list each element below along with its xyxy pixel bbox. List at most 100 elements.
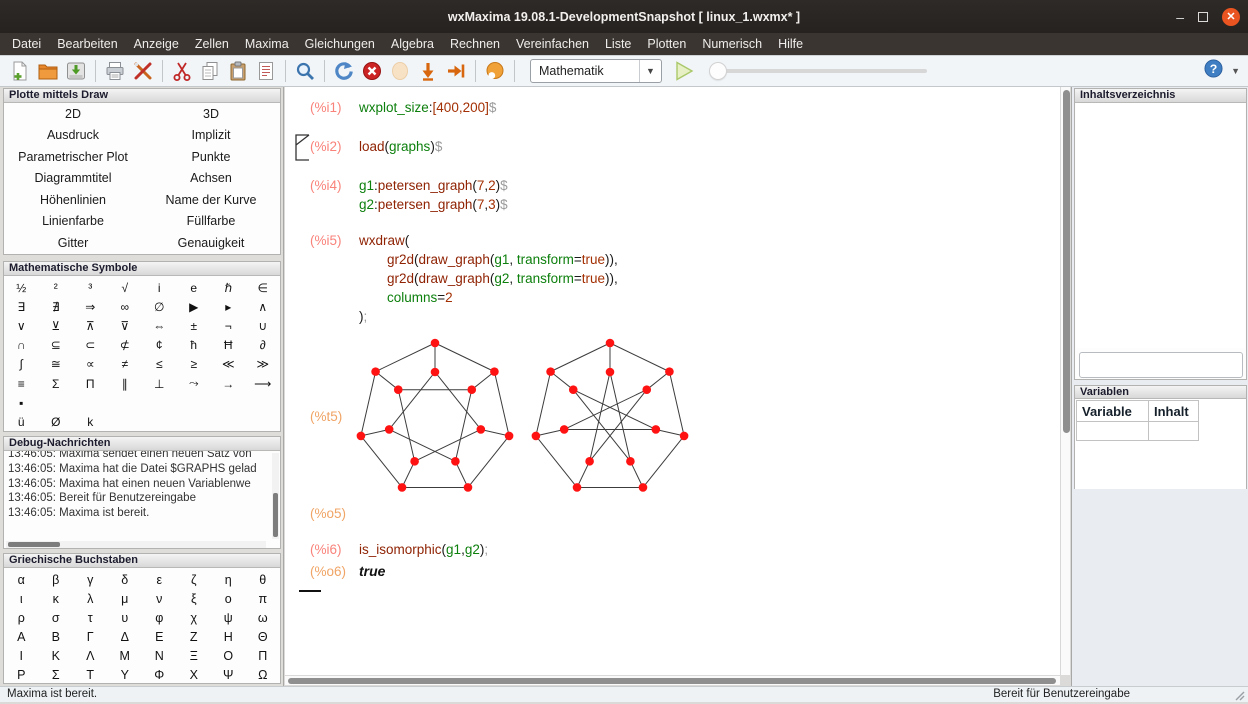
menu-item-hilfe[interactable]: Hilfe xyxy=(770,33,811,55)
greek-button-blank[interactable]: Ζ xyxy=(177,627,212,646)
animation-play-button[interactable] xyxy=(672,59,696,83)
symbol-button-blank[interactable]: ≠ xyxy=(108,355,143,374)
greek-button-blank[interactable]: Τ xyxy=(73,665,108,684)
symbol-button-blank[interactable]: ≅ xyxy=(39,355,74,374)
new-document-button[interactable] xyxy=(7,58,33,84)
greek-button-blank[interactable]: Η xyxy=(211,627,246,646)
symbol-button-blank[interactable]: ⊻ xyxy=(39,316,74,335)
jump-to-input-button[interactable] xyxy=(443,58,469,84)
symbol-button-blank[interactable]: ⊆ xyxy=(39,336,74,355)
worksheet-cursor[interactable] xyxy=(299,590,321,592)
symbol-button-blank[interactable]: Σ xyxy=(39,374,74,393)
save-document-button[interactable] xyxy=(63,58,89,84)
draw-button-linienfarbe[interactable]: Linienfarbe xyxy=(4,211,142,233)
symbol-button-blank[interactable]: ≤ xyxy=(142,355,177,374)
greek-button-blank[interactable]: θ xyxy=(246,570,281,589)
draw-button-parametrischer-plot[interactable]: Parametrischer Plot xyxy=(4,146,142,168)
draw-button-gitter[interactable]: Gitter xyxy=(4,232,142,254)
greek-button-blank[interactable]: υ xyxy=(108,608,143,627)
interrupt-button[interactable] xyxy=(359,58,385,84)
symbol-button-blank[interactable]: ½ xyxy=(4,278,39,297)
greek-button-blank[interactable]: ι xyxy=(4,589,39,608)
greek-button-blank[interactable]: Α xyxy=(4,627,39,646)
symbol-button-blank[interactable]: ∫ xyxy=(4,355,39,374)
symbol-button-blank[interactable]: ³ xyxy=(73,278,108,297)
menu-item-liste[interactable]: Liste xyxy=(597,33,639,55)
greek-button-blank[interactable]: π xyxy=(246,589,281,608)
greek-button-blank[interactable]: λ xyxy=(73,589,108,608)
minimize-button[interactable]: – xyxy=(1176,12,1184,22)
greek-button-blank[interactable]: φ xyxy=(142,608,177,627)
symbol-button-blank[interactable]: ∧ xyxy=(246,297,281,316)
active-cell-bracket[interactable] xyxy=(295,134,311,162)
worksheet[interactable]: (%i1)wxplot_size:[400,200]$(%i2)load(gra… xyxy=(285,87,1060,675)
variable-name-cell[interactable] xyxy=(1077,422,1149,441)
symbol-button-blank[interactable]: ± xyxy=(177,316,212,335)
menu-item-gleichungen[interactable]: Gleichungen xyxy=(297,33,383,55)
symbol-button-e[interactable]: e xyxy=(177,278,212,297)
symbol-button-blank[interactable]: ¬ xyxy=(211,316,246,335)
toolbar-overflow-icon[interactable]: ▼ xyxy=(1231,66,1240,76)
greek-button-blank[interactable]: Ι xyxy=(4,646,39,665)
debug-vertical-scrollbar[interactable] xyxy=(272,453,279,539)
animation-slider[interactable] xyxy=(709,59,927,83)
greek-button-blank[interactable]: τ xyxy=(73,608,108,627)
draw-button-punkte[interactable]: Punkte xyxy=(142,146,280,168)
greek-button-blank[interactable]: ω xyxy=(246,608,281,627)
maxima-help-button[interactable] xyxy=(482,58,508,84)
greek-button-blank[interactable]: Β xyxy=(39,627,74,646)
greek-button-blank[interactable]: ζ xyxy=(177,570,212,589)
debug-vscroll-thumb[interactable] xyxy=(273,493,278,537)
symbol-button-blank[interactable]: ∄ xyxy=(39,297,74,316)
symbol-button-blank[interactable]: ▪ xyxy=(4,393,39,412)
menu-item-algebra[interactable]: Algebra xyxy=(383,33,442,55)
evaluate-to-point-button[interactable] xyxy=(415,58,441,84)
find-button[interactable] xyxy=(292,58,318,84)
greek-button-blank[interactable]: Χ xyxy=(177,665,212,684)
symbol-button-blank[interactable]: ¢ xyxy=(142,336,177,355)
greek-button-blank[interactable]: Ο xyxy=(211,646,246,665)
symbol-button-blank[interactable]: ⇔ xyxy=(142,316,177,335)
select-text-button[interactable] xyxy=(253,58,279,84)
symbol-button-i[interactable]: i xyxy=(142,278,177,297)
symbol-button-blank[interactable]: ▶ xyxy=(177,297,212,316)
symbol-button-blank[interactable]: Ħ xyxy=(211,336,246,355)
cell-code[interactable]: is_isomorphic(g1,g2); xyxy=(359,540,488,559)
greek-button-blank[interactable]: Κ xyxy=(39,646,74,665)
greek-button-blank[interactable]: ψ xyxy=(211,608,246,627)
symbol-button-blank[interactable]: ≡ xyxy=(4,374,39,393)
paste-button[interactable] xyxy=(225,58,251,84)
symbol-button-blank[interactable]: ⊥ xyxy=(142,374,177,393)
toc-list[interactable] xyxy=(1076,103,1245,348)
symbol-button-blank[interactable]: ⟶ xyxy=(246,374,281,393)
menu-item-plotten[interactable]: Plotten xyxy=(639,33,694,55)
draw-button-diagrammtitel[interactable]: Diagrammtitel xyxy=(4,168,142,190)
symbol-button-blank[interactable]: ∪ xyxy=(246,316,281,335)
variable-value-cell[interactable] xyxy=(1149,422,1199,441)
symbol-button-blank[interactable]: ∨ xyxy=(4,316,39,335)
symbol-button-blank[interactable]: ⊼ xyxy=(73,316,108,335)
greek-button-blank[interactable]: α xyxy=(4,570,39,589)
greek-button-blank[interactable]: Υ xyxy=(108,665,143,684)
symbol-button-blank[interactable]: → xyxy=(211,374,246,393)
draw-button-ausdruck[interactable]: Ausdruck xyxy=(4,125,142,147)
greek-button-blank[interactable]: Ρ xyxy=(4,665,39,684)
draw-button-achsen[interactable]: Achsen xyxy=(142,168,280,190)
greek-button-blank[interactable]: Ξ xyxy=(177,646,212,665)
cut-button[interactable] xyxy=(169,58,195,84)
worksheet-horizontal-scrollbar[interactable] xyxy=(285,676,1060,685)
follow-button[interactable] xyxy=(387,58,413,84)
menu-item-numerisch[interactable]: Numerisch xyxy=(694,33,770,55)
greek-button-blank[interactable]: ο xyxy=(211,589,246,608)
open-document-button[interactable] xyxy=(35,58,61,84)
menu-item-bearbeiten[interactable]: Bearbeiten xyxy=(49,33,125,55)
symbol-button-blank[interactable]: ∞ xyxy=(108,297,143,316)
symbol-button-blank[interactable]: ∅ xyxy=(142,297,177,316)
greek-button-blank[interactable]: ρ xyxy=(4,608,39,627)
greek-button-blank[interactable]: γ xyxy=(73,570,108,589)
greek-button-blank[interactable]: σ xyxy=(39,608,74,627)
symbol-button-blank[interactable]: ⊄ xyxy=(108,336,143,355)
menu-item-anzeige[interactable]: Anzeige xyxy=(126,33,187,55)
debug-horizontal-scrollbar[interactable] xyxy=(6,541,266,548)
cell-code[interactable]: wxdraw(gr2d(draw_graph(g1, transform=tru… xyxy=(359,231,618,326)
